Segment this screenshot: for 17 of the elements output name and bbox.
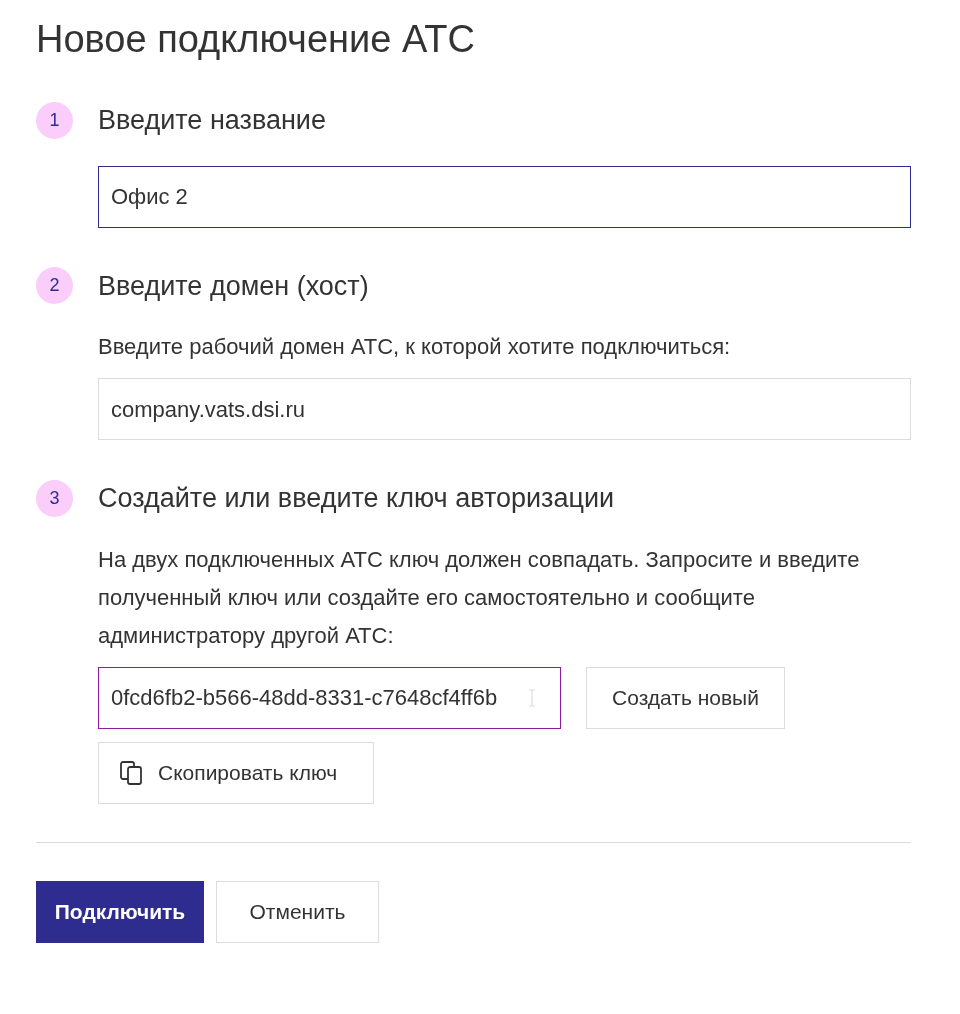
input-field[interactable]: 0fcd6fb2-b566-48dd-8331-c7648cf4ff6b (98, 666, 561, 729)
step-description: На двух подключенных АТС ключ должен совпадать. Запросите и введите полученный ключ или создайте его самостоятельно и сообщите администратору другой АТС: (98, 545, 861, 650)
cancel-button[interactable]: Отменить (216, 880, 379, 943)
step-heading: Создайте или введите ключ авторизации (98, 482, 615, 515)
step-heading: Введите домен (хост) (98, 269, 369, 303)
page-title: Новое подключение АТС (36, 17, 476, 62)
generate-button[interactable]: Создать новый (586, 666, 785, 729)
step-number: 2 (36, 267, 73, 305)
input-field[interactable]: Офис 2 (98, 165, 911, 228)
step-heading: Введите название (98, 104, 326, 137)
step-number: 3 (36, 479, 73, 517)
step-description: Введите рабочий домен АТС, к которой хотите подключиться: (98, 333, 732, 361)
connect-button[interactable]: Подключить (36, 880, 204, 943)
step-number: 1 (36, 101, 73, 139)
text-cursor-icon (528, 688, 536, 707)
copy-key-button[interactable]: Скопировать ключ (98, 741, 374, 804)
input-field[interactable]: company.vats.dsi.ru (98, 378, 911, 440)
